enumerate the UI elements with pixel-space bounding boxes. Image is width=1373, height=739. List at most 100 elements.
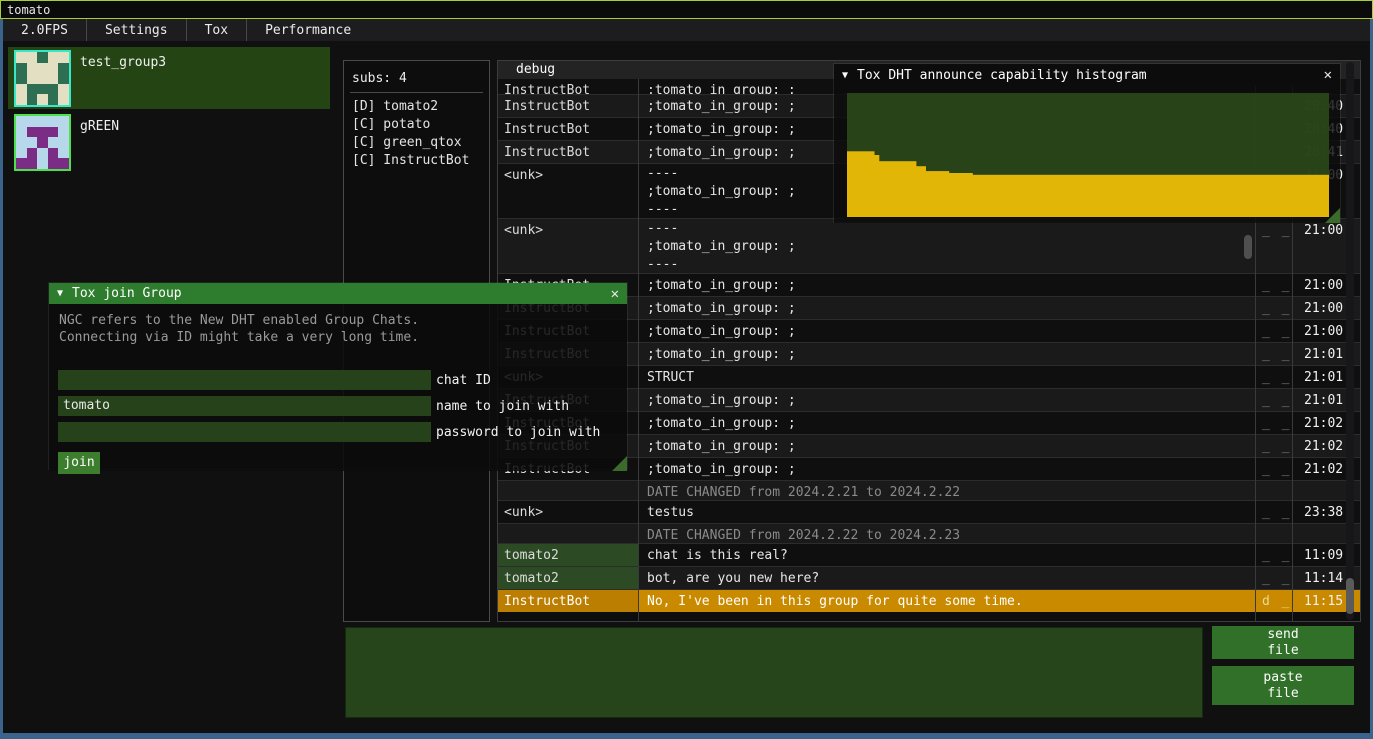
chat-id-input[interactable] bbox=[58, 370, 431, 390]
avatar-pixel bbox=[16, 116, 27, 127]
avatar-pixel bbox=[37, 116, 48, 127]
join-group-title: Tox join Group bbox=[72, 286, 182, 301]
chat-row[interactable]: InstructBotNo, I've been in this group f… bbox=[498, 589, 1360, 612]
close-icon[interactable]: ✕ bbox=[611, 286, 619, 302]
avatar-pixel bbox=[27, 94, 38, 105]
avatar-pixel bbox=[48, 84, 59, 95]
histogram-title: Tox DHT announce capability histogram bbox=[857, 68, 1147, 83]
chat-scrollbar-thumb[interactable] bbox=[1346, 578, 1354, 614]
members-divider bbox=[350, 92, 483, 93]
avatar-pixel bbox=[48, 148, 59, 159]
histogram-window: ▼ Tox DHT announce capability histogram … bbox=[833, 63, 1341, 223]
delivery-marks: _ _ bbox=[1257, 544, 1294, 566]
name-input[interactable]: tomato bbox=[58, 396, 431, 416]
member-item[interactable]: [D] tomato2 bbox=[344, 97, 489, 115]
avatar-pixel bbox=[27, 63, 38, 74]
group-row-gREEN[interactable]: gREEN bbox=[8, 111, 330, 173]
message-text: ;tomato_in_group: ; bbox=[638, 343, 1257, 365]
chat-row[interactable]: DATE CHANGED from 2024.2.21 to 2024.2.22 bbox=[498, 480, 1360, 500]
join-group-titlebar[interactable]: ▼ Tox join Group ✕ bbox=[49, 283, 627, 304]
member-item[interactable]: [C] green_qtox bbox=[344, 133, 489, 151]
window-title: tomato bbox=[7, 3, 50, 17]
close-icon[interactable]: ✕ bbox=[1324, 67, 1332, 83]
join-group-window: ▼ Tox join Group ✕ NGC refers to the New… bbox=[48, 282, 628, 470]
histogram-bin bbox=[949, 173, 973, 217]
delivery-marks: _ _ bbox=[1257, 274, 1294, 296]
resize-grip-icon[interactable] bbox=[612, 456, 627, 471]
collapse-arrow-icon[interactable]: ▼ bbox=[57, 288, 63, 299]
window-border-left bbox=[0, 19, 3, 733]
members-header: subs: 4 bbox=[344, 61, 489, 92]
chat-scrollbar-track[interactable] bbox=[1346, 62, 1354, 620]
histogram-titlebar[interactable]: ▼ Tox DHT announce capability histogram … bbox=[834, 64, 1340, 86]
avatar-pixel bbox=[37, 63, 48, 74]
message-line: ;tomato_in_group: ; bbox=[647, 238, 1257, 256]
field-label: password to join with bbox=[436, 425, 600, 440]
message-cell-scrollbar-thumb[interactable] bbox=[1244, 235, 1252, 259]
message-text: ;tomato_in_group: ; bbox=[638, 389, 1257, 411]
group-row-test_group3[interactable]: test_group3 bbox=[8, 47, 330, 109]
message-text: DATE CHANGED from 2024.2.22 to 2024.2.23 bbox=[638, 524, 1257, 543]
paste-file-button[interactable]: pastefile bbox=[1212, 666, 1354, 705]
avatar-pixel bbox=[37, 94, 48, 105]
member-item[interactable]: [C] InstructBot bbox=[344, 151, 489, 169]
avatar-pixel bbox=[48, 116, 59, 127]
message-sender: InstructBot bbox=[498, 95, 638, 117]
histogram-body bbox=[834, 86, 1340, 223]
avatar-pixel bbox=[16, 148, 27, 159]
avatar-pixel bbox=[16, 127, 27, 138]
field-label: chat ID bbox=[436, 373, 491, 388]
avatar-pixel bbox=[27, 137, 38, 148]
avatar-pixel bbox=[58, 84, 69, 95]
delivery-marks: _ _ bbox=[1257, 501, 1294, 523]
message-input[interactable] bbox=[345, 627, 1203, 718]
button-label-line: file bbox=[1267, 686, 1298, 702]
fps-indicator: 2.0FPS bbox=[3, 19, 86, 41]
message-text: ;tomato_in_group: ; bbox=[638, 320, 1257, 342]
column-separator-name[interactable] bbox=[638, 79, 639, 621]
avatar-pixel bbox=[48, 73, 59, 84]
password-input[interactable] bbox=[58, 422, 431, 442]
window-border-bottom bbox=[0, 733, 1373, 739]
delivery-marks bbox=[1257, 481, 1294, 482]
message-text: ;tomato_in_group: ; bbox=[638, 274, 1257, 296]
message-sender: InstructBot bbox=[498, 118, 638, 140]
join-field-row: tomatoname to join with bbox=[58, 396, 569, 416]
menu-item-tox[interactable]: Tox bbox=[187, 19, 246, 41]
collapse-arrow-icon[interactable]: ▼ bbox=[842, 70, 848, 81]
group-name: test_group3 bbox=[80, 55, 166, 70]
histogram-bin bbox=[972, 175, 1329, 217]
join-field-row: password to join with bbox=[58, 422, 600, 442]
chat-row[interactable]: DATE CHANGED from 2024.2.22 to 2024.2.23 bbox=[498, 523, 1360, 543]
menu-item-settings[interactable]: Settings bbox=[87, 19, 186, 41]
delivery-marks: d _ bbox=[1257, 590, 1294, 612]
group-name: gREEN bbox=[80, 119, 119, 134]
avatar-pixel bbox=[27, 73, 38, 84]
member-item[interactable]: [C] potato bbox=[344, 115, 489, 133]
chat-row[interactable]: <unk>----;tomato_in_group: ;----_ _21:00 bbox=[498, 218, 1360, 273]
message-sender: <unk> bbox=[498, 164, 638, 218]
chat-row[interactable]: tomato2chat is this real?_ _11:09 bbox=[498, 543, 1360, 566]
message-sender: tomato2 bbox=[498, 544, 638, 566]
send-file-button[interactable]: sendfile bbox=[1212, 626, 1354, 659]
window-title-bar[interactable]: tomato bbox=[0, 0, 1373, 19]
avatar-pixel bbox=[48, 158, 59, 169]
message-text: No, I've been in this group for quite so… bbox=[638, 590, 1257, 612]
histogram-bars bbox=[847, 93, 1329, 217]
chat-row[interactable]: <unk>testus_ _23:38 bbox=[498, 500, 1360, 523]
menu-item-performance[interactable]: Performance bbox=[247, 19, 369, 41]
chat-row[interactable]: tomato2bot, are you new here?_ _11:14 bbox=[498, 566, 1360, 589]
avatar-pixel bbox=[37, 137, 48, 148]
join-group-body: NGC refers to the New DHT enabled Group … bbox=[49, 304, 627, 471]
avatar-pixel bbox=[58, 116, 69, 127]
avatar-pixel bbox=[27, 158, 38, 169]
delivery-marks: _ _ bbox=[1257, 389, 1294, 411]
join-button[interactable]: join bbox=[58, 452, 100, 474]
histogram-bin bbox=[847, 151, 875, 217]
avatar-pixel bbox=[48, 52, 59, 63]
button-label-line: send bbox=[1267, 627, 1298, 643]
delivery-marks: _ _ bbox=[1257, 412, 1294, 434]
avatar-pixel bbox=[37, 73, 48, 84]
resize-grip-icon[interactable] bbox=[1325, 208, 1340, 223]
avatar-pixel bbox=[16, 137, 27, 148]
